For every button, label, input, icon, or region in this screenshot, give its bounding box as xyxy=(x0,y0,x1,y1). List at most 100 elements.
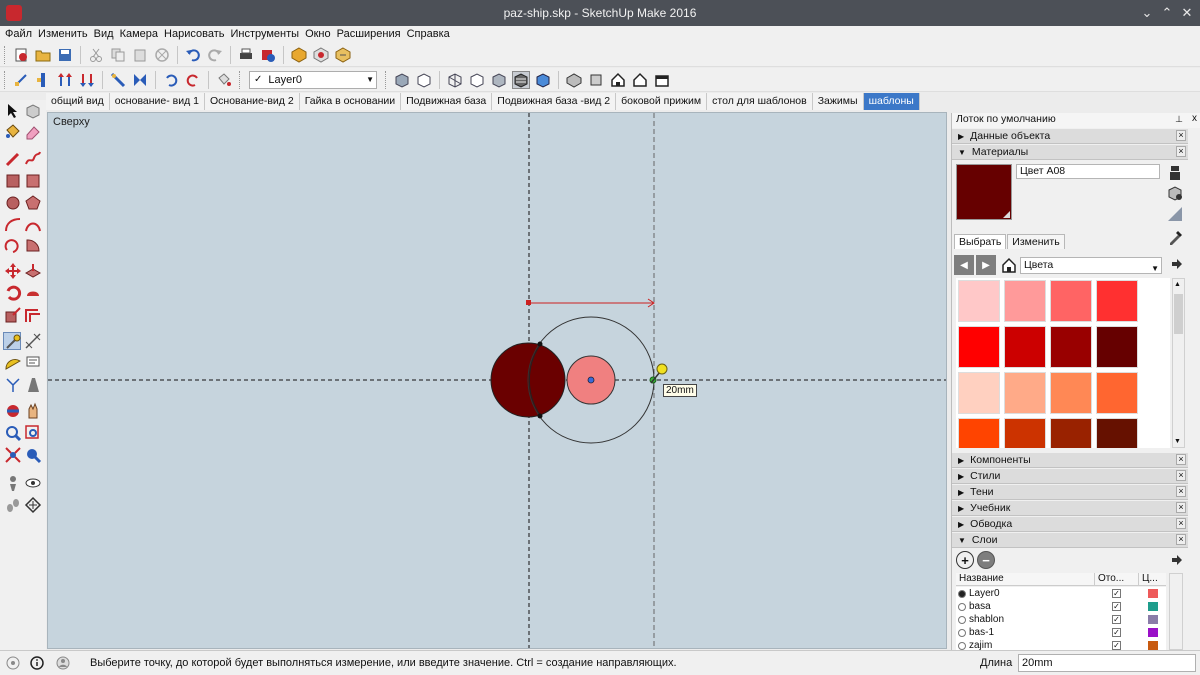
rectangle-icon[interactable] xyxy=(4,172,22,190)
collection-dropdown[interactable]: Цвета ▼ xyxy=(1020,256,1162,274)
scale-icon[interactable] xyxy=(4,306,22,324)
menu-view[interactable]: Вид xyxy=(93,26,119,43)
scene-tab-base-view-2[interactable]: Основание-вид 2 xyxy=(205,93,300,110)
layer-visible-checkbox[interactable]: ✓ xyxy=(1112,628,1121,637)
color-swatch[interactable] xyxy=(1096,280,1138,322)
toolbar-grip[interactable] xyxy=(239,70,242,89)
protractor-icon[interactable] xyxy=(4,354,22,372)
hidden-line-icon[interactable] xyxy=(468,71,486,89)
previous-view-icon[interactable] xyxy=(24,446,42,464)
details-arrow-icon[interactable] xyxy=(1170,257,1184,271)
scene-tab-moving-base[interactable]: Подвижная база xyxy=(401,93,493,110)
scene-tab-base-nut[interactable]: Гайка в основании xyxy=(299,93,402,110)
layer-color-swatch[interactable] xyxy=(1148,641,1158,650)
pie-icon[interactable] xyxy=(24,236,42,254)
zoom-window-icon[interactable] xyxy=(24,424,42,442)
pin-icon[interactable]: ⊥ xyxy=(1175,114,1183,125)
geo-location-icon[interactable] xyxy=(6,656,20,670)
3d-warehouse-icon[interactable] xyxy=(290,46,308,64)
section-close-icon[interactable]: × xyxy=(1176,486,1186,497)
scroll-up-arrow-icon[interactable]: ▲ xyxy=(1174,281,1181,288)
column-name[interactable]: Название xyxy=(956,573,1094,585)
walk-icon[interactable] xyxy=(4,496,22,514)
palette-scrollbar[interactable]: ▲ ▼ xyxy=(1172,278,1185,448)
orbit-icon[interactable] xyxy=(4,402,22,420)
layer-row[interactable]: zajim ✓ xyxy=(956,639,1166,650)
layer-name[interactable]: zajim xyxy=(969,640,1094,650)
paste-icon[interactable] xyxy=(131,46,149,64)
line-pencil-icon[interactable] xyxy=(4,150,22,168)
xray-icon[interactable] xyxy=(393,71,411,89)
section-close-icon[interactable]: × xyxy=(1176,130,1186,141)
scene-tab-general-view[interactable]: общий вид xyxy=(46,93,110,110)
three-point-arc-icon[interactable] xyxy=(4,236,22,254)
scroll-down-arrow-icon[interactable]: ▼ xyxy=(1174,438,1181,445)
measurements-input[interactable]: 20mm xyxy=(1018,654,1196,672)
color-swatch[interactable] xyxy=(1050,326,1092,368)
layers-details-arrow-icon[interactable] xyxy=(1170,553,1184,567)
section-cut-icon[interactable] xyxy=(131,71,149,89)
color-swatch[interactable] xyxy=(1050,372,1092,414)
color-swatch[interactable] xyxy=(1050,280,1092,322)
axes-icon[interactable] xyxy=(12,71,30,89)
section-shadows[interactable]: ▶ Тени × xyxy=(952,485,1188,500)
model-canvas[interactable] xyxy=(48,113,947,649)
color-swatch[interactable] xyxy=(1096,418,1138,448)
follow-me-icon[interactable] xyxy=(24,284,42,302)
section-components[interactable]: ▶ Компоненты × xyxy=(952,453,1188,468)
menu-draw[interactable]: Нарисовать xyxy=(163,26,229,43)
color-swatch[interactable] xyxy=(1004,280,1046,322)
scene-tab-clamps[interactable]: Зажимы xyxy=(812,93,864,110)
rotate-right-icon[interactable] xyxy=(184,71,202,89)
menu-window[interactable]: Окно xyxy=(304,26,336,43)
extension-warehouse-icon[interactable] xyxy=(334,46,352,64)
layer-visible-checkbox[interactable]: ✓ xyxy=(1112,615,1121,624)
back-edges-icon[interactable] xyxy=(415,71,433,89)
scroll-thumb[interactable] xyxy=(1174,294,1183,334)
open-folder-icon[interactable] xyxy=(34,46,52,64)
tray-close-button[interactable]: x xyxy=(1192,113,1197,124)
layer-visible-checkbox[interactable]: ✓ xyxy=(1112,641,1121,650)
scene-tab-templates[interactable]: шаблоны xyxy=(863,93,920,110)
polygon-icon[interactable] xyxy=(24,194,42,212)
section-close-icon[interactable]: × xyxy=(1176,502,1186,513)
layer-row[interactable]: shablon ✓ xyxy=(956,613,1166,626)
add-layer-icon[interactable]: + xyxy=(956,551,974,569)
toolbar-grip[interactable] xyxy=(4,70,7,89)
tab-edit[interactable]: Изменить xyxy=(1007,234,1065,249)
rotate-left-icon[interactable] xyxy=(162,71,180,89)
layer-color-swatch[interactable] xyxy=(1148,602,1158,611)
scene-tab-moving-base-view-2[interactable]: Подвижная база -вид 2 xyxy=(492,93,617,110)
info-icon[interactable] xyxy=(30,656,44,670)
scene-tab-side-clamp[interactable]: боковой прижим xyxy=(616,93,708,110)
color-swatch[interactable] xyxy=(958,418,1000,448)
section-styles[interactable]: ▶ Стили × xyxy=(952,469,1188,484)
layer-color-swatch[interactable] xyxy=(1148,589,1158,598)
right-view-icon[interactable] xyxy=(631,71,649,89)
iso-view-icon[interactable] xyxy=(565,71,583,89)
scene-tab-template-table[interactable]: стол для шаблонов xyxy=(707,93,813,110)
column-color[interactable]: Ц... xyxy=(1138,573,1166,585)
sample-paint-icon[interactable] xyxy=(1166,205,1184,223)
3d-text-icon[interactable] xyxy=(24,376,42,394)
menu-tools[interactable]: Инструменты xyxy=(229,26,304,43)
section-close-icon[interactable]: × xyxy=(1176,454,1186,465)
tape-measure-tool-icon[interactable] xyxy=(109,71,127,89)
color-swatch[interactable] xyxy=(1050,418,1092,448)
pan-hand-icon[interactable] xyxy=(24,402,42,420)
zoom-icon[interactable] xyxy=(4,424,22,442)
user-account-icon[interactable] xyxy=(56,656,70,670)
color-swatch[interactable] xyxy=(1004,326,1046,368)
material-name-field[interactable]: Цвет A08 xyxy=(1016,164,1160,179)
eraser-icon[interactable] xyxy=(24,123,42,141)
color-swatch[interactable] xyxy=(1004,418,1046,448)
active-layer-radio[interactable] xyxy=(958,628,966,637)
wireframe-icon[interactable] xyxy=(446,71,464,89)
save-icon[interactable] xyxy=(56,46,74,64)
two-point-arc-icon[interactable] xyxy=(24,216,42,234)
layer-name[interactable]: Layer0 xyxy=(969,588,1094,599)
dimension-arrows-icon[interactable] xyxy=(56,71,74,89)
section-plane-tool-icon[interactable] xyxy=(24,496,42,514)
top-view-icon[interactable] xyxy=(587,71,605,89)
paint-bucket-tool-icon[interactable] xyxy=(4,123,22,141)
